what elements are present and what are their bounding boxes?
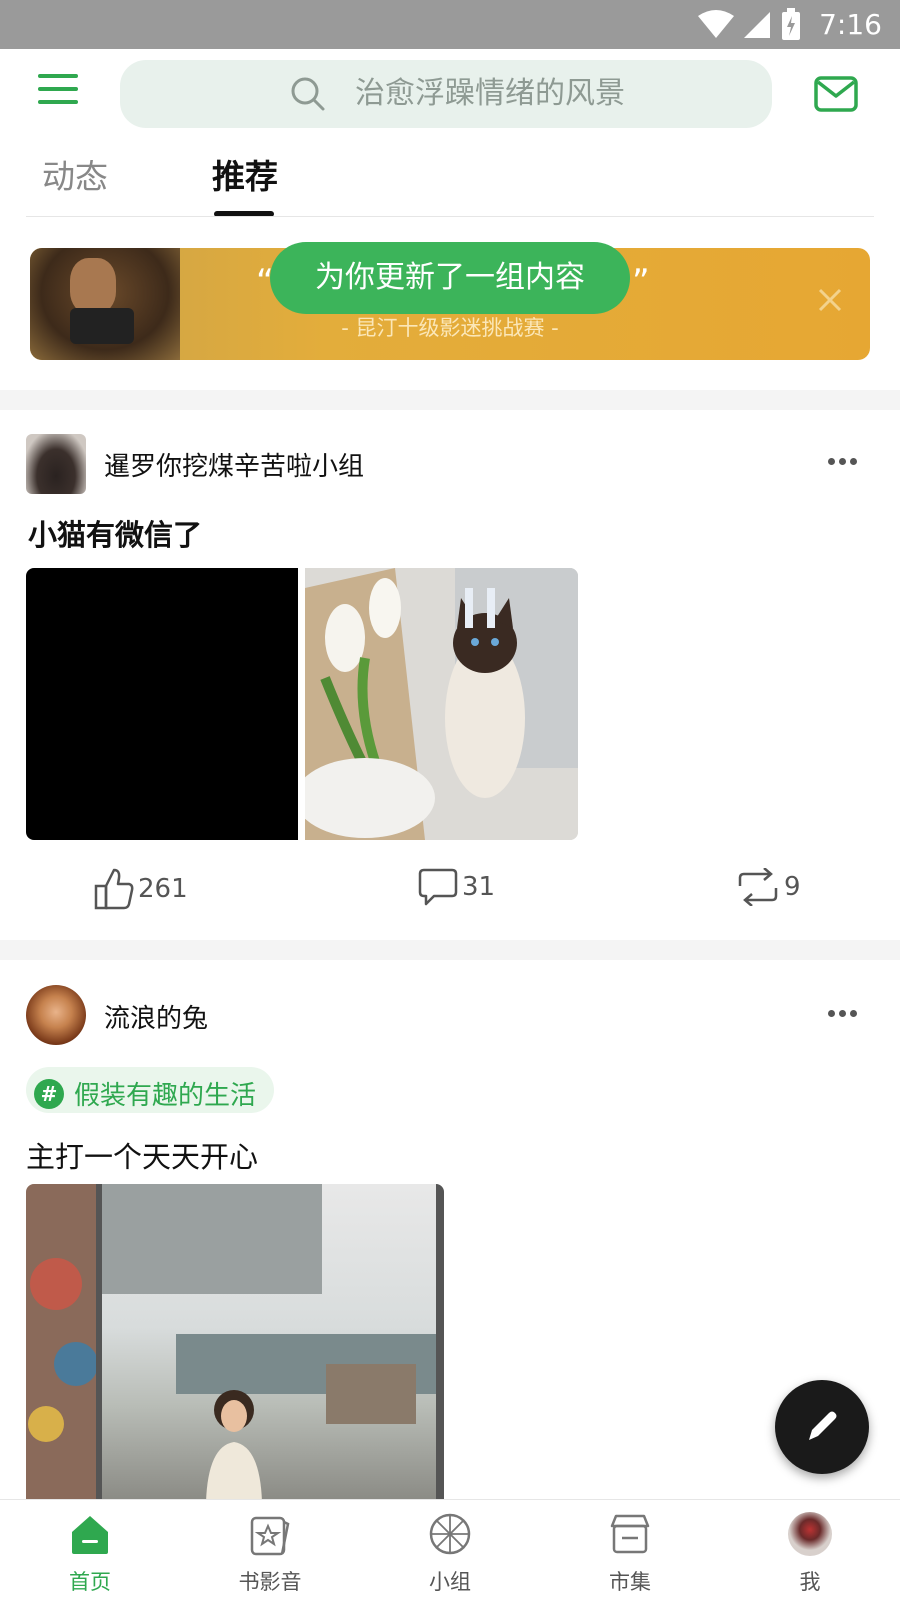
tab-recommend[interactable]: 推荐 — [212, 150, 278, 210]
menu-icon[interactable] — [38, 74, 78, 114]
status-time: 7:16 — [819, 8, 882, 41]
nav-market[interactable]: 市集 — [540, 1500, 720, 1601]
comment-icon — [418, 868, 458, 906]
wifi-icon — [698, 10, 734, 38]
banner-subtitle: - 昆汀十级影迷挑战赛 - — [341, 316, 559, 340]
banner-quote-close: ” — [632, 262, 650, 302]
nav-label: 书影音 — [238, 1570, 302, 1594]
signal-icon — [744, 12, 770, 38]
cat-photo-image — [305, 568, 578, 840]
user-avatar[interactable] — [26, 985, 86, 1045]
post-author[interactable]: 流浪的兔 — [104, 998, 208, 1035]
tab-dynamic[interactable]: 动态 — [42, 150, 108, 210]
post-image[interactable] — [26, 1184, 444, 1502]
book-movie-icon — [250, 1516, 290, 1556]
section-separator — [0, 940, 900, 960]
section-separator — [0, 390, 900, 410]
nav-book-movie[interactable]: 书影音 — [180, 1500, 360, 1601]
tab-divider — [26, 216, 874, 217]
post-author[interactable]: 暹罗你挖煤辛苦啦小组 — [104, 446, 364, 483]
topic-tag[interactable]: # 假装有趣的生活 — [26, 1067, 275, 1113]
nav-me[interactable]: 我 — [720, 1500, 900, 1601]
more-options-icon[interactable] — [828, 1002, 864, 1017]
comment-count: 31 — [462, 872, 496, 902]
repost-icon — [738, 867, 778, 907]
post-title[interactable]: 小猫有微信了 — [28, 512, 202, 554]
like-button[interactable]: 261 — [94, 868, 188, 918]
more-options-icon[interactable] — [828, 450, 864, 465]
hashtag-icon: # — [34, 1078, 64, 1109]
museum-photo-image — [26, 1184, 444, 1502]
battery-icon — [782, 8, 800, 40]
market-icon — [610, 1514, 650, 1554]
nav-label: 市集 — [609, 1570, 651, 1594]
avatar-icon — [788, 1512, 832, 1556]
repost-count: 9 — [784, 872, 801, 902]
like-count: 261 — [138, 874, 188, 904]
post-title[interactable]: 主打一个天天开心 — [26, 1134, 258, 1176]
post-image[interactable] — [305, 568, 578, 840]
search-input[interactable]: 治愈浮躁情绪的风景 — [120, 60, 772, 128]
compose-button[interactable] — [775, 1380, 869, 1474]
close-icon[interactable] — [814, 284, 846, 316]
nav-label: 小组 — [429, 1570, 471, 1594]
nav-label: 我 — [799, 1570, 821, 1594]
pencil-icon — [809, 1411, 837, 1440]
nav-home[interactable]: 首页 — [0, 1500, 180, 1601]
search-placeholder: 治愈浮躁情绪的风景 — [355, 76, 625, 111]
repost-button[interactable]: 9 — [736, 867, 801, 918]
post-image[interactable] — [26, 568, 298, 840]
status-bar: 7:16 — [0, 0, 900, 49]
nav-group[interactable]: 小组 — [360, 1500, 540, 1601]
topic-label: 假装有趣的生活 — [74, 1081, 257, 1111]
thumbs-up-icon — [94, 868, 134, 910]
nav-label: 首页 — [69, 1570, 111, 1594]
bottom-nav: 首页 书影音 小组 市集 我 — [0, 1499, 900, 1601]
group-icon — [429, 1513, 471, 1555]
update-toast: 为你更新了一组内容 — [270, 242, 630, 314]
comment-button[interactable]: 31 — [418, 868, 495, 918]
home-icon — [72, 1516, 108, 1554]
banner-portrait-image — [30, 248, 180, 360]
group-avatar[interactable] — [26, 434, 86, 494]
mail-icon[interactable] — [814, 76, 858, 112]
